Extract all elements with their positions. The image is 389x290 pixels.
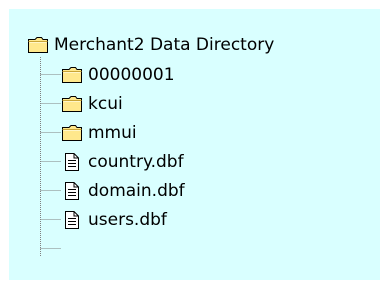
tree-item-label: users.dbf xyxy=(88,210,167,230)
tree-item-kcui[interactable]: kcui xyxy=(61,91,123,117)
directory-tree: Merchant2 Data Directory 00000001 kcui m… xyxy=(9,9,380,280)
tree-item-label: country.dbf xyxy=(88,152,184,172)
tree-item-label: kcui xyxy=(88,94,123,114)
folder-icon xyxy=(28,37,48,53)
tree-item-users-dbf[interactable]: users.dbf xyxy=(61,207,167,233)
tree-item-label: domain.dbf xyxy=(88,181,185,201)
folder-icon xyxy=(62,125,82,141)
tree-root-merchant2-data-directory[interactable]: Merchant2 Data Directory xyxy=(27,32,274,58)
file-icon xyxy=(65,211,79,229)
folder-icon xyxy=(62,67,82,83)
tree-item-domain-dbf[interactable]: domain.dbf xyxy=(61,178,185,204)
tree-item-mmui[interactable]: mmui xyxy=(61,120,137,146)
tree-item-label: mmui xyxy=(88,123,137,143)
file-icon xyxy=(65,182,79,200)
tree-panel: Merchant2 Data Directory 00000001 kcui m… xyxy=(9,9,380,280)
tree-item-00000001[interactable]: 00000001 xyxy=(61,62,175,88)
tree-root-label: Merchant2 Data Directory xyxy=(54,35,275,55)
tree-item-country-dbf[interactable]: country.dbf xyxy=(61,149,184,175)
folder-icon xyxy=(62,96,82,112)
tree-item-label: 00000001 xyxy=(88,65,175,85)
file-icon xyxy=(65,153,79,171)
